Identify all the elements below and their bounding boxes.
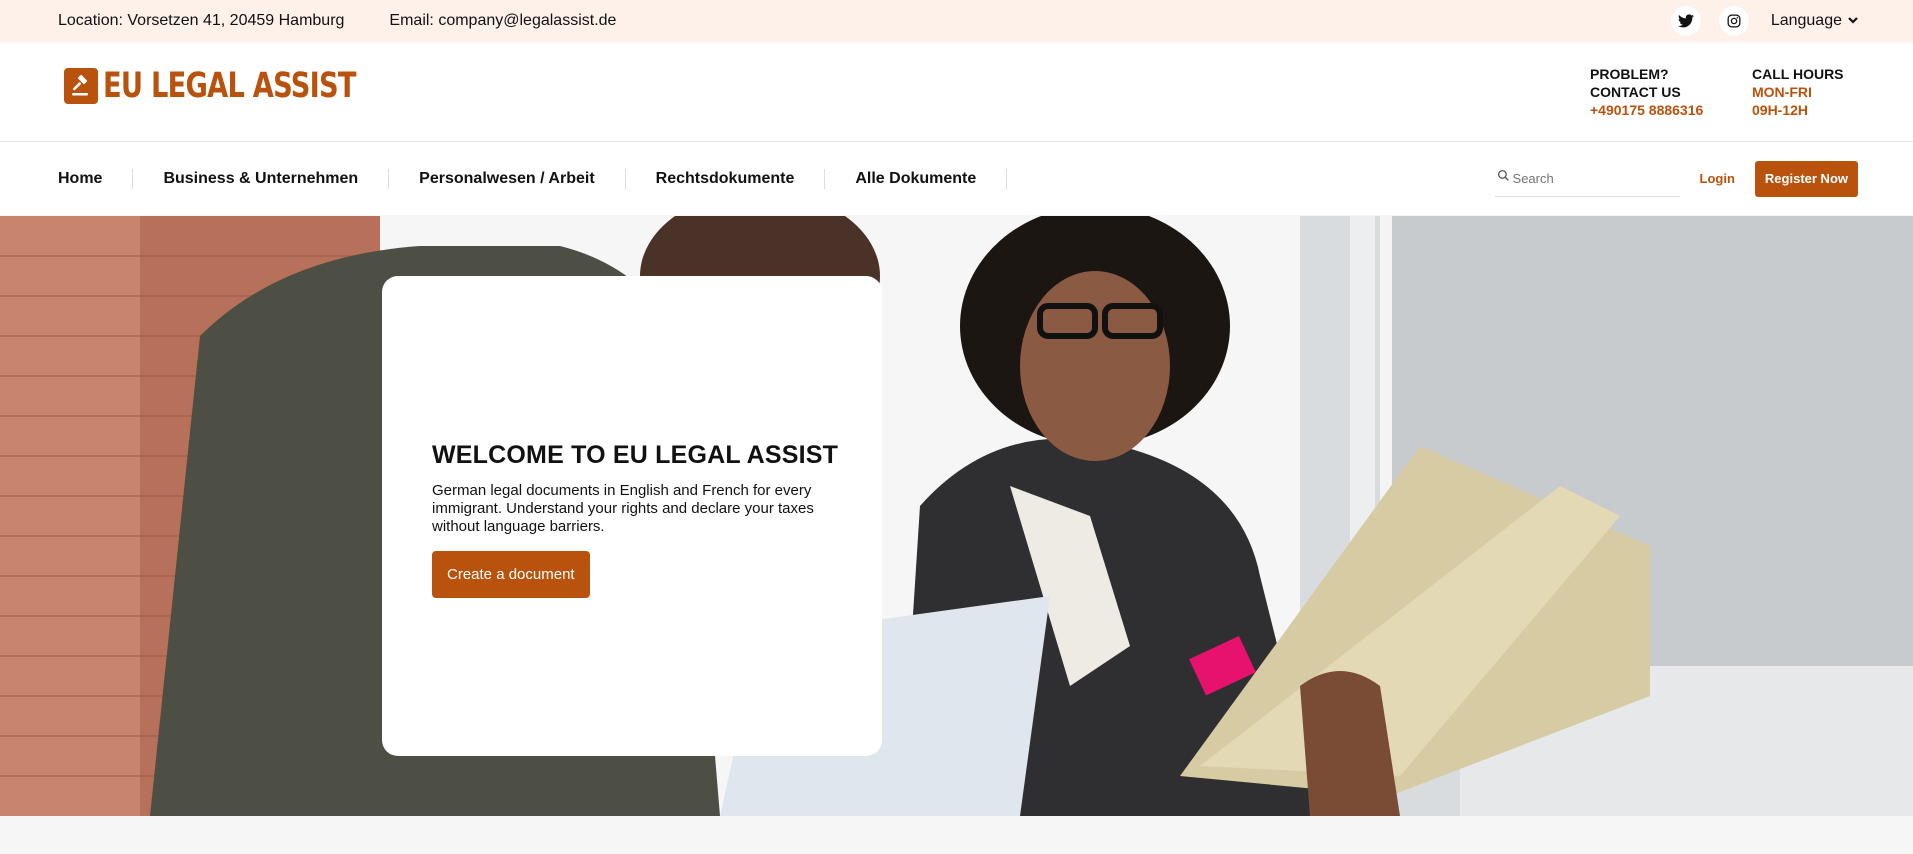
search-icon [1497,169,1510,187]
twitter-icon[interactable] [1670,6,1701,36]
call-days: MON-FRI [1752,84,1812,100]
nav-item-home[interactable]: Home [58,168,134,189]
create-document-button[interactable]: Create a document [432,551,590,598]
nav-item-rechtsdokumente[interactable]: Rechtsdokumente [656,168,826,189]
site-header: EU LEGAL ASSIST PROBLEM? CONTACT US +490… [0,42,1913,142]
gavel-icon [64,68,98,104]
hero-banner: WELCOME TO EU LEGAL ASSIST German legal … [0,216,1913,816]
problem-label: PROBLEM? [1590,66,1669,82]
main-nav: Home Business & Unternehmen Personalwese… [0,142,1913,215]
language-label: Language [1770,12,1842,29]
email-text: Email: company@legalassist.de [389,12,617,29]
nav-item-business[interactable]: Business & Unternehmen [163,168,390,189]
call-time: 09H-12H [1752,102,1809,118]
hero-background-image [0,216,1913,816]
contact-us-label: CONTACT US [1590,84,1681,100]
page-bottom-strip [0,816,1913,854]
logo[interactable]: EU LEGAL ASSIST [64,66,427,106]
call-hours-block: CALL HOURS MON-FRI 09H-12H [1752,65,1844,119]
nav-item-alle-dokumente[interactable]: Alle Dokumente [855,168,1008,189]
register-button[interactable]: Register Now [1754,160,1858,197]
call-hours-label: CALL HOURS [1752,66,1844,82]
login-link[interactable]: Login [1700,171,1735,186]
nav-actions: Login Register Now [1494,142,1858,215]
hero-description: German legal documents in English and Fr… [432,482,814,535]
language-dropdown[interactable]: Language [1771,12,1858,30]
welcome-card: WELCOME TO EU LEGAL ASSIST German legal … [382,276,882,756]
instagram-icon[interactable] [1718,6,1749,36]
hero-title: WELCOME TO EU LEGAL ASSIST [432,441,839,469]
topbar-right: Language [1653,0,1858,42]
location-text: Location: Vorsetzen 41, 20459 Hamburg [58,12,345,29]
search-box [1494,161,1680,197]
nav-item-personalwesen[interactable]: Personalwesen / Arbeit [419,168,626,189]
contact-block: PROBLEM? CONTACT US +490175 8886316 [1590,65,1703,119]
chevron-down-icon [1848,15,1858,27]
logo-text: EU LEGAL ASSIST [103,66,357,106]
top-info-bar: Location: Vorsetzen 41, 20459 Hamburg Em… [0,0,1913,42]
phone-number[interactable]: +490175 8886316 [1590,101,1703,119]
search-input[interactable] [1512,170,1673,186]
